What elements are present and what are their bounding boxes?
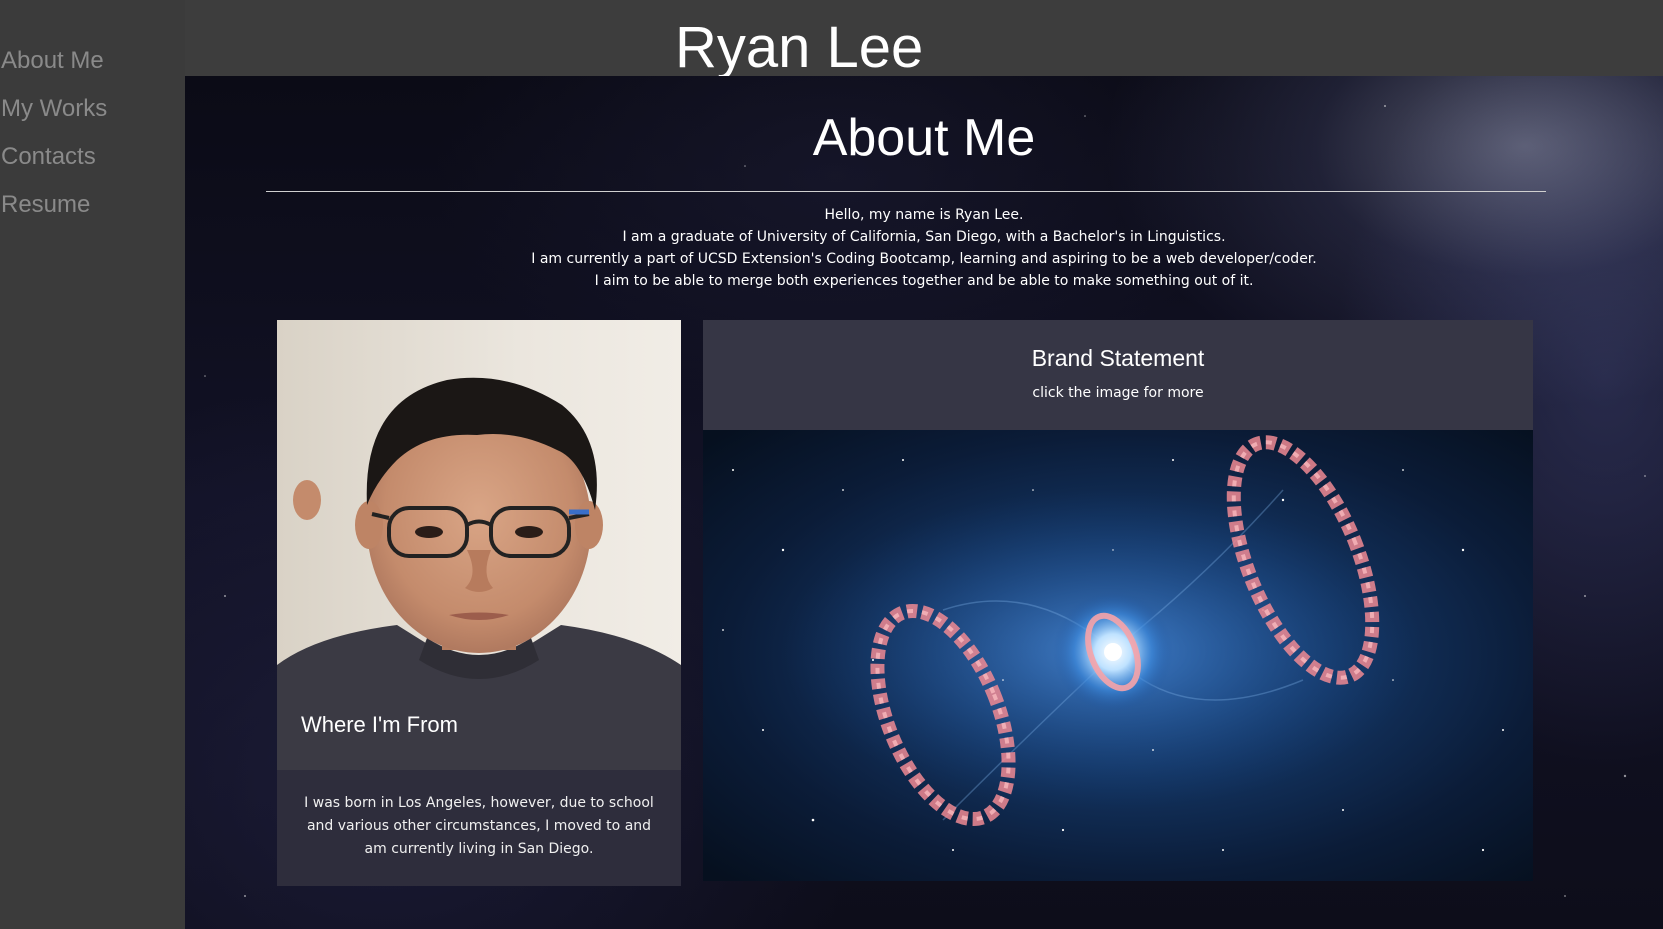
- brand-statement-header: Brand Statement click the image for more: [703, 320, 1533, 430]
- page-heading: About Me: [812, 109, 1036, 167]
- brand-statement-subtitle: click the image for more: [1032, 385, 1204, 401]
- nav-item-about-me[interactable]: About Me: [1, 47, 104, 75]
- nav-item-my-works[interactable]: My Works: [1, 95, 107, 123]
- heading-divider: [266, 191, 1546, 192]
- header-bar: Ryan Lee: [185, 0, 1663, 80]
- nav-item-contacts[interactable]: Contacts: [1, 143, 96, 171]
- intro-line: I am a graduate of University of Califor…: [622, 229, 1226, 245]
- photo-caption: Where I'm From: [301, 712, 458, 737]
- main-content: About Me Hello, my name is Ryan Lee. I a…: [185, 76, 1663, 929]
- nav-item-resume[interactable]: Resume: [1, 191, 90, 219]
- profile-photo: [277, 320, 681, 770]
- intro-line: Hello, my name is Ryan Lee.: [824, 207, 1024, 223]
- brand-statement-title: Brand Statement: [1031, 345, 1205, 371]
- where-from-card: Where I'm From I was born in Los Angeles…: [277, 320, 681, 886]
- intro-line: I aim to be able to merge both experienc…: [594, 273, 1254, 289]
- intro-text: Hello, my name is Ryan Lee. I am a gradu…: [185, 204, 1663, 292]
- brand-statement-card[interactable]: Brand Statement click the image for more: [703, 320, 1533, 881]
- sidebar: About Me My Works Contacts Resume: [0, 0, 185, 929]
- where-from-text: I was born in Los Angeles, however, due …: [304, 795, 654, 857]
- supernova-image[interactable]: [703, 430, 1533, 881]
- site-title: Ryan Lee: [675, 15, 924, 80]
- intro-line: I am currently a part of UCSD Extension'…: [531, 251, 1317, 267]
